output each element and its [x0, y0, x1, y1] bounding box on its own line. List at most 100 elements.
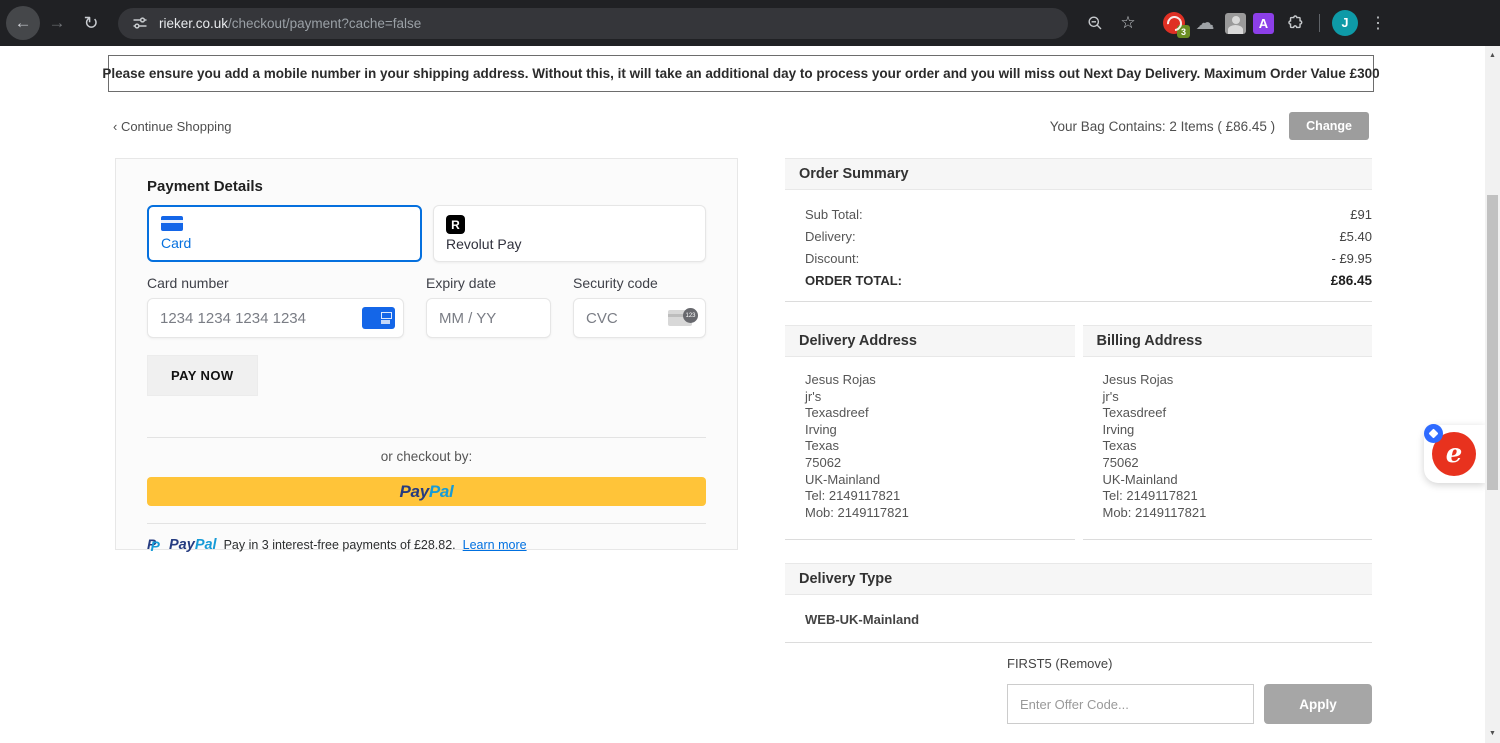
delivery-type-value: WEB-UK-Mainland [785, 595, 1372, 644]
order-summary-column: Order Summary Sub Total: £91 Delivery: £… [785, 158, 1372, 725]
url-path: /checkout/payment?cache=false [228, 15, 422, 31]
paypal-checkout-button[interactable]: PayPal [147, 477, 706, 506]
forward-button[interactable]: → [40, 6, 74, 40]
continue-shopping-link[interactable]: ‹ Continue Shopping [113, 119, 232, 134]
page-scrollbar[interactable]: ▲ ▼ [1485, 46, 1500, 743]
credit-card-icon [161, 216, 183, 231]
bookmark-star-icon: ☆ [1120, 13, 1136, 32]
checkout-page: Please ensure you add a mobile number in… [0, 46, 1500, 743]
addresses-section: Delivery Address Jesus Rojas jr's Texasd… [785, 325, 1372, 541]
zoom-out-button[interactable] [1082, 10, 1108, 36]
reload-icon: ↻ [83, 12, 99, 33]
shipping-notice-banner: Please ensure you add a mobile number in… [102, 55, 1380, 92]
address-line: 75062 [805, 454, 842, 470]
apply-offer-button[interactable]: Apply [1264, 684, 1372, 725]
scrollbar-thumb[interactable] [1487, 195, 1498, 490]
cloud-extension-icon[interactable]: ☁ [1192, 10, 1218, 36]
summary-row-delivery: Delivery: £5.40 [785, 225, 1372, 247]
payment-method-tabs: Card R Revolut Pay [147, 205, 706, 262]
zoom-out-icon [1088, 16, 1102, 30]
paypal-wordmark: PayPal [169, 536, 217, 553]
address-line: UK-Mainland [1102, 471, 1178, 487]
kebab-menu-icon: ⋮ [1370, 15, 1386, 32]
address-line: UK-Mainland [805, 471, 881, 487]
pay-now-button[interactable]: PAY NOW [147, 355, 258, 396]
or-checkout-text: or checkout by: [380, 449, 473, 464]
summary-value: £5.40 [1339, 228, 1372, 244]
address-line: Irving [805, 421, 837, 437]
payment-method-card-tab[interactable]: Card [147, 205, 422, 262]
delivery-type-section: Delivery Type WEB-UK-Mainland [785, 563, 1372, 644]
summary-label: Discount: [805, 250, 860, 266]
revolut-icon: R [446, 215, 465, 234]
summary-row-subtotal: Sub Total: £91 [785, 203, 1372, 225]
url-domain: rieker.co.uk [159, 15, 229, 31]
address-line: Texasdreef [805, 405, 869, 421]
billing-address-title: Billing Address [1082, 325, 1372, 357]
payment-method-revolut-tab[interactable]: R Revolut Pay [433, 205, 706, 262]
bag-summary-text: Your Bag Contains: 2 Items ( £86.45 ) [1049, 118, 1276, 134]
summary-label: Delivery: [805, 228, 856, 244]
change-bag-button[interactable]: Change [1289, 112, 1369, 140]
address-line: Texas [1102, 438, 1137, 454]
shipping-notice-text: Please ensure you add a mobile number in… [102, 66, 1380, 81]
address-line: 75062 [1102, 454, 1139, 470]
coupon-tag-badge-icon [1424, 424, 1443, 443]
scroll-up-button[interactable]: ▲ [1485, 48, 1500, 63]
delivery-address-title: Delivery Address [785, 325, 1075, 357]
summary-value: £86.45 [1330, 272, 1372, 288]
cvc-digits: 123 [683, 308, 698, 323]
summary-row-discount: Discount: - £9.95 [785, 247, 1372, 269]
payment-details-title: Payment Details [147, 178, 263, 195]
address-line: Tel: 2149117821 [805, 488, 901, 504]
expiry-field: Expiry date [426, 275, 551, 338]
site-settings-icon[interactable] [132, 15, 148, 31]
bookmark-button[interactable]: ☆ [1115, 10, 1141, 36]
address-line: Texasdreef [1102, 405, 1167, 421]
card-number-field: Card number [147, 275, 404, 338]
adblock-extension-icon[interactable]: 3 [1163, 12, 1190, 38]
scroll-down-button[interactable]: ▼ [1485, 726, 1500, 741]
extension-badge: 3 [1177, 25, 1190, 38]
back-icon: ← [14, 13, 32, 32]
address-bar[interactable]: rieker.co.uk/checkout/payment?cache=fals… [118, 7, 1068, 39]
delivery-address-lines: Jesus Rojas jr's Texasdreef Irving Texas… [785, 357, 1075, 541]
profile-avatar[interactable]: J [1332, 10, 1358, 36]
cvc-card-icon: 123 [668, 308, 698, 327]
address-line: jr's [805, 388, 822, 404]
address-line: Texas [805, 438, 839, 454]
avatar-letter: J [1341, 16, 1349, 30]
profile-extension-icon[interactable] [1225, 12, 1246, 34]
url-text: rieker.co.uk/checkout/payment?cache=fals… [159, 16, 421, 31]
delivery-address-block: Delivery Address Jesus Rojas jr's Texasd… [785, 325, 1075, 541]
expiry-input[interactable] [426, 298, 551, 338]
scroll-down-icon: ▼ [1489, 730, 1496, 737]
checkout-subheader: ‹ Continue Shopping Your Bag Contains: 2… [113, 111, 1369, 141]
paypal-pay-in-3-row: PP PayPal Pay in 3 interest-free payment… [147, 536, 706, 554]
a-extension-icon[interactable]: A [1253, 12, 1274, 34]
extensions-button[interactable] [1281, 10, 1307, 36]
back-button[interactable]: ← [6, 6, 40, 40]
card-tab-label: Card [161, 235, 192, 251]
expiry-label: Expiry date [426, 275, 497, 291]
offer-code-input[interactable] [1007, 684, 1254, 725]
address-line: Tel: 2149117821 [1102, 488, 1198, 504]
cloud-icon: ☁ [1195, 12, 1215, 34]
summary-label: Sub Total: [805, 206, 863, 222]
address-line: Jesus Rojas [1102, 372, 1174, 387]
reload-button[interactable]: ↻ [74, 6, 108, 40]
billing-address-block: Billing Address Jesus Rojas jr's Texasdr… [1082, 325, 1372, 541]
browser-toolbar: ← → ↻ rieker.co.uk/checkout/payment?cach… [0, 0, 1500, 46]
offer-code-section: FIRST5 (Remove) Apply [1007, 656, 1372, 725]
address-line: Jesus Rojas [805, 372, 876, 387]
summary-label: ORDER TOTAL: [805, 272, 903, 288]
chrome-menu-button[interactable]: ⋮ [1365, 10, 1391, 36]
coupon-assistant-widget[interactable]: e [1424, 424, 1485, 483]
learn-more-link[interactable]: Learn more [463, 538, 527, 552]
toolbar-separator [1319, 14, 1320, 32]
forward-icon: → [48, 13, 66, 32]
applied-offer-text[interactable]: FIRST5 (Remove) [1007, 656, 1372, 671]
order-summary-body: Sub Total: £91 Delivery: £5.40 Discount:… [785, 190, 1372, 302]
address-line: Irving [1102, 421, 1135, 437]
security-code-field: Security code 123 [573, 275, 706, 338]
